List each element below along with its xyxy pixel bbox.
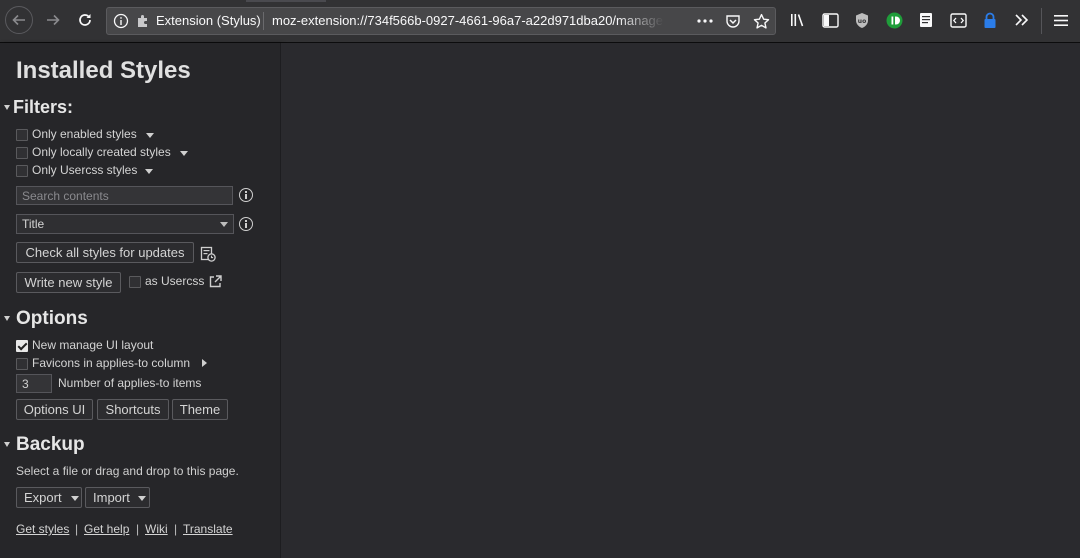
page-title: Installed Styles bbox=[16, 57, 191, 84]
theme-button[interactable]: Theme bbox=[172, 399, 228, 420]
footer-separator: | bbox=[174, 522, 178, 536]
pocket-icon[interactable] bbox=[724, 12, 742, 30]
favicons-expand-icon[interactable] bbox=[202, 359, 207, 367]
new-ui-layout-checkbox[interactable] bbox=[16, 340, 28, 352]
get-help-link[interactable]: Get help bbox=[84, 522, 129, 536]
url-text[interactable]: moz-extension://734f566b-0927-4661-96a7-… bbox=[272, 8, 664, 34]
footer-separator: | bbox=[75, 522, 79, 536]
backup-heading[interactable]: Backup bbox=[16, 434, 85, 456]
export-button[interactable]: Export bbox=[16, 487, 82, 508]
export-dropdown-icon bbox=[71, 496, 79, 501]
ublock-origin-icon[interactable]: uo bbox=[853, 11, 871, 29]
green-addon-icon[interactable] bbox=[885, 11, 903, 29]
reload-button[interactable] bbox=[71, 6, 99, 34]
search-help-info-icon[interactable] bbox=[239, 188, 253, 202]
address-bar[interactable]: Extension (Stylus) moz-extension://734f5… bbox=[106, 7, 776, 35]
as-usercss-label[interactable]: as Usercss bbox=[145, 274, 204, 288]
filters-twisty-icon[interactable] bbox=[4, 105, 10, 110]
arrow-left-icon bbox=[12, 14, 25, 26]
browser-toolbar: Extension (Stylus) moz-extension://734f5… bbox=[0, 0, 1080, 43]
options-ui-button[interactable]: Options UI bbox=[16, 399, 93, 420]
only-usercss-checkbox[interactable] bbox=[16, 165, 28, 177]
only-usercss-label[interactable]: Only Usercss styles bbox=[32, 163, 137, 177]
toolbar-separator bbox=[1041, 8, 1042, 34]
footer-separator: | bbox=[136, 522, 140, 536]
backup-description: Select a file or drag and drop to this p… bbox=[16, 464, 239, 478]
import-dropdown-icon bbox=[138, 496, 146, 501]
only-enabled-checkbox[interactable] bbox=[16, 129, 28, 141]
tab-indicator bbox=[246, 0, 326, 2]
back-button[interactable] bbox=[5, 6, 33, 34]
sidebar-toggle-icon[interactable] bbox=[821, 11, 839, 29]
as-usercss-checkbox[interactable] bbox=[129, 276, 141, 288]
manage-sidebar: Installed Styles Filters: Only enabled s… bbox=[0, 43, 281, 558]
sort-help-info-icon[interactable] bbox=[239, 217, 253, 231]
applies-to-count-label: Number of applies-to items bbox=[58, 376, 202, 390]
sort-select[interactable]: Title bbox=[16, 214, 234, 234]
options-twisty-icon[interactable] bbox=[4, 316, 10, 321]
bookmark-star-icon[interactable] bbox=[752, 12, 770, 30]
get-styles-link[interactable]: Get styles bbox=[16, 522, 69, 536]
filters-heading[interactable]: Filters: bbox=[13, 97, 73, 118]
only-local-dropdown-icon[interactable] bbox=[180, 151, 188, 156]
only-local-label[interactable]: Only locally created styles bbox=[32, 145, 171, 159]
only-local-checkbox[interactable] bbox=[16, 147, 28, 159]
styles-list-area bbox=[281, 43, 1080, 558]
only-usercss-dropdown-icon[interactable] bbox=[145, 169, 153, 174]
forward-button[interactable] bbox=[39, 6, 67, 34]
favicons-label[interactable]: Favicons in applies-to column bbox=[32, 356, 190, 370]
extension-puzzle-icon bbox=[138, 15, 147, 27]
hamburger-menu-icon[interactable] bbox=[1052, 11, 1070, 29]
search-input[interactable] bbox=[16, 186, 233, 205]
lock-icon[interactable] bbox=[981, 11, 999, 29]
applies-to-count-input[interactable] bbox=[16, 374, 52, 393]
external-link-icon[interactable] bbox=[209, 275, 222, 291]
reload-icon bbox=[79, 14, 91, 26]
sort-dropdown-icon bbox=[220, 222, 228, 227]
only-enabled-dropdown-icon[interactable] bbox=[146, 133, 154, 138]
sort-select-value: Title bbox=[22, 217, 45, 231]
site-identity-label[interactable]: Extension (Stylus) bbox=[156, 8, 261, 34]
reader-notes-icon[interactable] bbox=[917, 11, 935, 29]
options-heading[interactable]: Options bbox=[16, 308, 88, 330]
arrow-right-icon bbox=[47, 14, 60, 26]
import-button[interactable]: Import bbox=[85, 487, 150, 508]
only-enabled-label[interactable]: Only enabled styles bbox=[32, 127, 137, 141]
more-actions-icon[interactable] bbox=[696, 12, 714, 30]
svg-text:uo: uo bbox=[858, 18, 866, 25]
shortcuts-button[interactable]: Shortcuts bbox=[97, 399, 169, 420]
devtools-code-icon[interactable] bbox=[949, 11, 967, 29]
translate-link[interactable]: Translate bbox=[183, 522, 233, 536]
site-info-icon[interactable] bbox=[113, 13, 129, 29]
export-label: Export bbox=[24, 490, 62, 505]
overflow-chevron-icon[interactable] bbox=[1013, 11, 1031, 29]
library-icon[interactable] bbox=[789, 11, 807, 29]
import-label: Import bbox=[93, 490, 130, 505]
backup-twisty-icon[interactable] bbox=[4, 442, 10, 447]
update-history-icon[interactable] bbox=[200, 246, 216, 265]
favicons-checkbox[interactable] bbox=[16, 358, 28, 370]
write-new-style-button[interactable]: Write new style bbox=[16, 272, 121, 293]
wiki-link[interactable]: Wiki bbox=[145, 522, 168, 536]
urlbar-separator bbox=[263, 12, 264, 30]
new-ui-layout-label[interactable]: New manage UI layout bbox=[32, 338, 153, 352]
check-updates-button[interactable]: Check all styles for updates bbox=[16, 242, 194, 263]
